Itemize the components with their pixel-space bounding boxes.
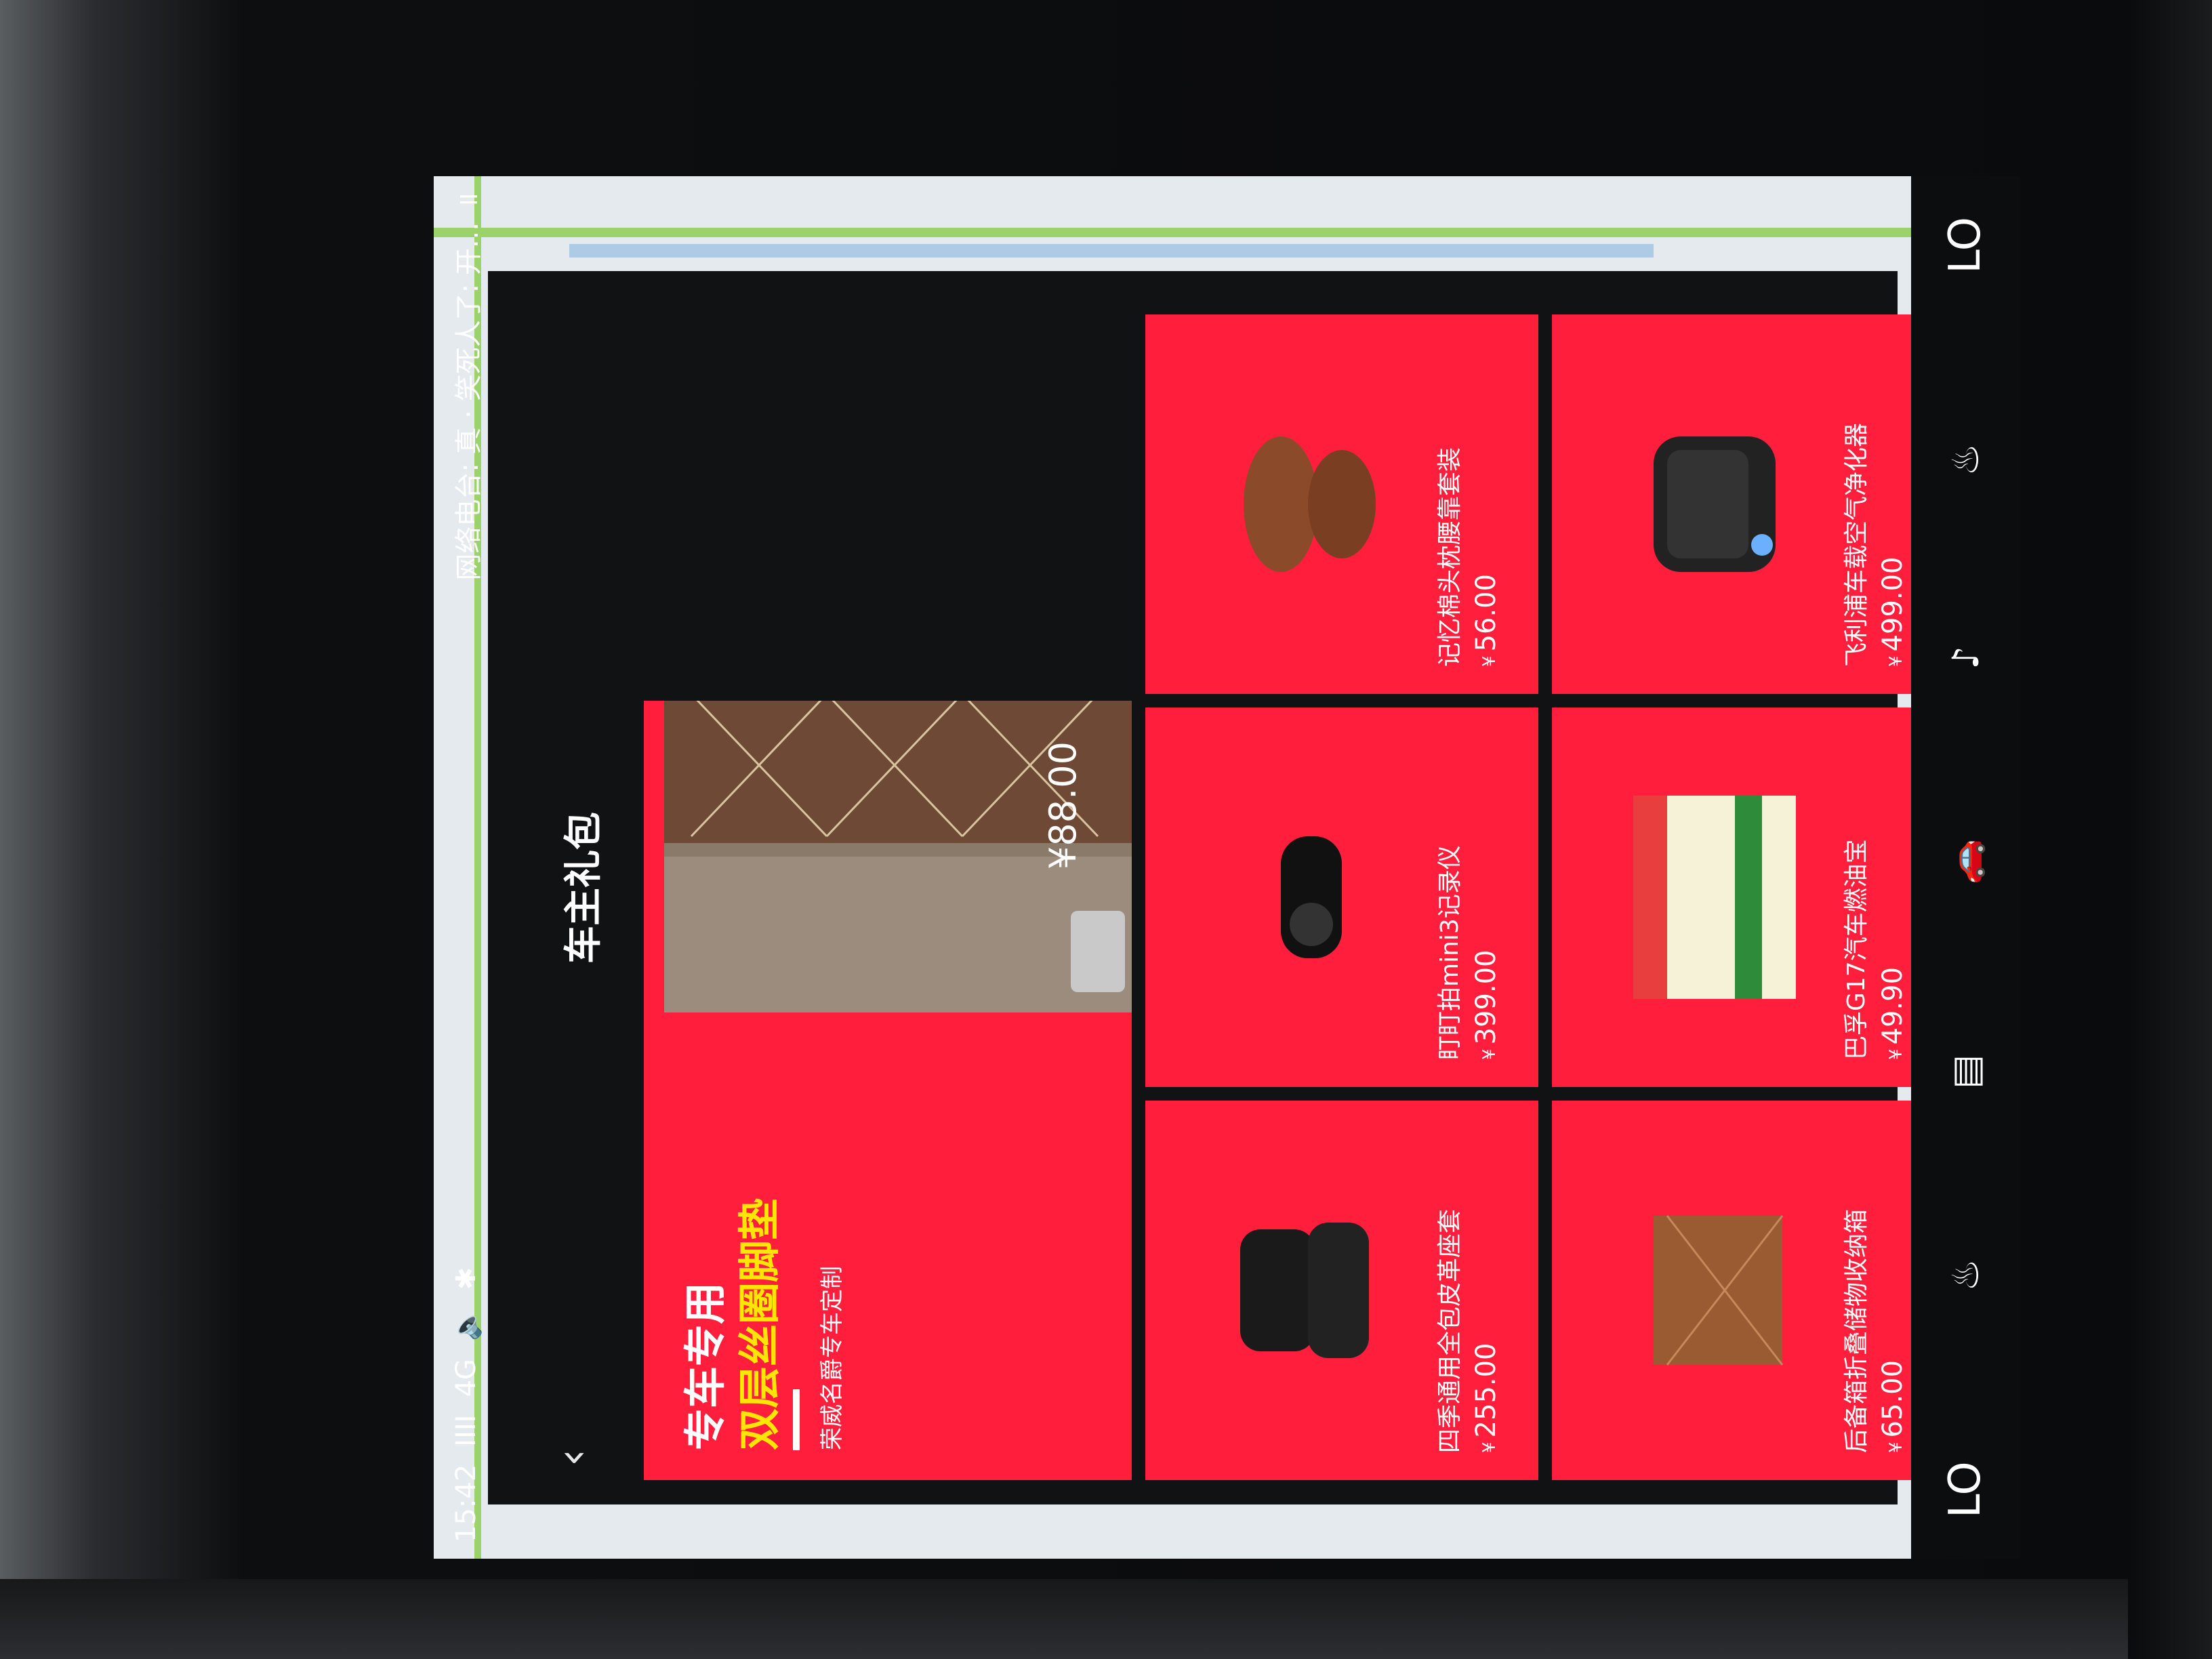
music-icon[interactable]: ♪ <box>1944 646 1987 669</box>
apps-icon[interactable]: ▤ <box>1944 1054 1987 1089</box>
hero-headline: 专车专用 <box>680 1282 730 1450</box>
panel-header: ‹ 车主礼包 <box>488 271 630 1504</box>
product-price: ¥56.00 <box>1471 573 1502 667</box>
storage-box-image <box>1654 1215 1784 1366</box>
car-icon[interactable]: 🚗 <box>1944 839 1987 884</box>
product-price: ¥255.00 <box>1471 1343 1502 1453</box>
product-card[interactable]: 巴孚G17汽车燃油宝 ¥49.90 <box>1552 708 1945 1087</box>
map-road <box>434 228 2020 237</box>
hero-price: ¥88.00 <box>1042 741 1084 869</box>
signal-strength: IIII <box>451 1414 482 1447</box>
divider <box>793 1389 800 1450</box>
seat-cover-image <box>1240 1223 1369 1358</box>
pause-icon[interactable]: ॥ <box>448 192 485 209</box>
product-card[interactable]: 飞利浦车载空气净化器 ¥499.00 <box>1552 314 1945 694</box>
network-type: 4G <box>451 1359 482 1397</box>
dashboard-trim <box>0 1579 2212 1659</box>
hero-product-card[interactable]: 专车专用 双层丝圈脚垫 荣威名爵专车定制 ¥88.00 <box>644 701 1132 1480</box>
product-name: 后备箱折叠储物收纳箱 <box>1843 1208 1870 1453</box>
product-card[interactable]: 后备箱折叠储物收纳箱 ¥65.00 <box>1552 1101 1945 1480</box>
product-card[interactable]: 盯盯拍mini3记录仪 ¥399.00 <box>1145 708 1538 1087</box>
product-price: ¥399.00 <box>1471 949 1502 1060</box>
product-name: 盯盯拍mini3记录仪 <box>1436 845 1464 1060</box>
pillow-set-image <box>1244 436 1376 572</box>
product-price: ¥499.00 <box>1877 556 1908 667</box>
product-card[interactable]: 四季通用全包皮革座套 ¥255.00 <box>1145 1101 1538 1480</box>
hero-subtitle: 荣威名爵专车定制 <box>819 1266 846 1450</box>
device-bezel-edge <box>2128 0 2212 1659</box>
seat-heat-icon[interactable]: ♨ <box>1944 443 1987 476</box>
page-title: 车主礼包 <box>562 812 606 964</box>
clock: 15:42 <box>451 1464 482 1542</box>
seat-heat-icon[interactable]: ♨ <box>1944 1258 1987 1291</box>
product-card[interactable]: 记忆棉头枕腰靠套装 ¥56.00 <box>1145 314 1538 694</box>
infotainment-screen: 15:42 IIII 4G 🔈 ✱ 网络电台: 真 · 笑死人了: 开... ॥… <box>434 176 2020 1559</box>
product-name: 记忆棉头枕腰靠套装 <box>1436 447 1464 667</box>
product-price: ¥49.90 <box>1877 966 1908 1060</box>
volume-icon: 🔈 <box>451 1307 483 1342</box>
product-price: ¥65.00 <box>1877 1359 1908 1453</box>
climate-dock: LO ♨ ▤ 🚗 ♪ ♨ LO <box>1911 176 2020 1559</box>
air-purifier-image <box>1654 436 1776 572</box>
left-temperature[interactable]: LO <box>1940 1461 1990 1518</box>
hero-headline-highlight: 双层丝圈脚垫 <box>735 1197 784 1450</box>
product-name: 巴孚G17汽车燃油宝 <box>1843 839 1870 1060</box>
product-name: 四季通用全包皮革座套 <box>1436 1208 1464 1453</box>
fuel-additive-image <box>1633 796 1796 999</box>
now-playing[interactable]: 网络电台: 真 · 笑死人了: 开... <box>447 222 486 581</box>
product-name: 飞利浦车载空气净化器 <box>1843 422 1870 667</box>
bluetooth-icon: ✱ <box>451 1267 482 1290</box>
right-temperature[interactable]: LO <box>1940 217 1990 274</box>
gift-pack-panel: ‹ 车主礼包 专车专用 双层丝圈脚垫 荣威名爵专车定制 ¥88.00 四季通用全… <box>488 271 1945 1504</box>
dashcam-image <box>1281 836 1342 958</box>
map-river <box>569 244 1654 258</box>
